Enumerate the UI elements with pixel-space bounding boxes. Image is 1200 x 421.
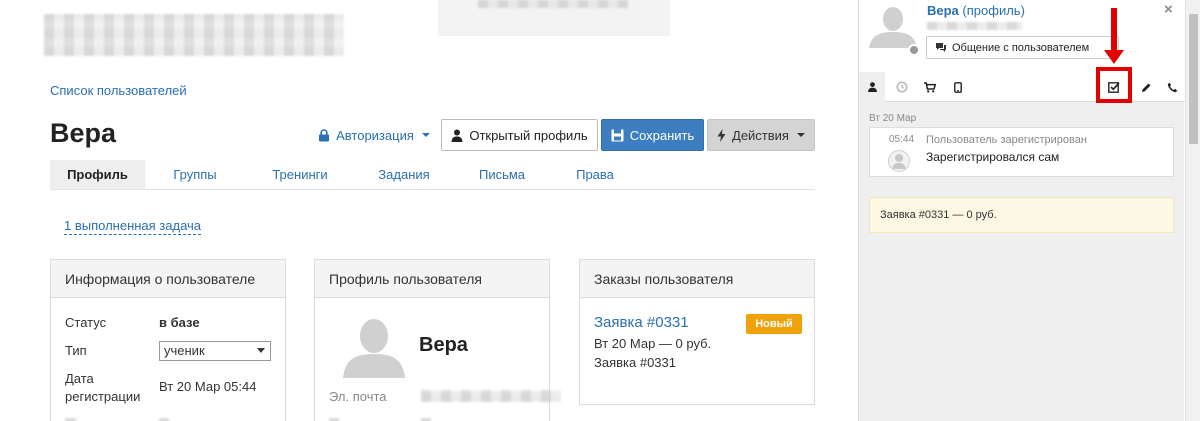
open-profile-label: Открытый профиль	[469, 127, 588, 143]
profile-name: Вера	[419, 334, 468, 356]
tab-letters[interactable]: Письма	[453, 160, 551, 189]
mobile-icon	[954, 81, 962, 93]
tab-trainings[interactable]: Тренинги	[245, 160, 355, 189]
regdate-label-line2: регистрации	[65, 389, 141, 404]
user-profile-panel: Профиль пользователя Вера Эл. почта	[314, 259, 561, 421]
user-info-panel-title: Информация о пользователе	[51, 260, 285, 298]
status-badge-new: Новый	[746, 314, 802, 334]
blurred-email-value	[421, 390, 561, 402]
side-user-name: Вера (профиль)	[927, 3, 1025, 18]
email-label: Эл. почта	[329, 389, 387, 404]
blurred-user-subtitle	[927, 22, 1022, 30]
lock-icon	[319, 128, 330, 141]
order-description: Заявка #0331	[594, 355, 676, 370]
chat-icon	[936, 43, 946, 52]
profile-tabs: Профиль Группы Тренинги Задания Письма П…	[50, 160, 815, 190]
user-type-select[interactable]: ученик	[159, 341, 271, 361]
save-button[interactable]: Сохранить	[601, 119, 704, 151]
order-date-amount: Вт 20 Мар — 0 руб.	[594, 336, 712, 351]
side-user-name-link[interactable]: Вера	[927, 3, 959, 18]
blurred-notice-text	[478, 0, 628, 8]
pencil-icon	[1141, 83, 1150, 92]
blurred-top-notice	[438, 0, 670, 36]
side-panel-header: Вера (профиль) Общение с пользователем ×	[859, 0, 1185, 72]
breadcrumb-user-list[interactable]: Список пользователей	[50, 83, 187, 98]
user-icon	[867, 82, 877, 92]
actions-dropdown[interactable]: Действия	[707, 119, 815, 151]
side-tab-call[interactable]	[1159, 72, 1185, 102]
side-tab-history[interactable]	[889, 72, 915, 102]
arrow-annotation-shaft	[1111, 8, 1117, 52]
type-label: Тип	[65, 343, 87, 358]
event-description: Зарегистрировался сам	[926, 150, 1060, 164]
tab-rights[interactable]: Права	[551, 160, 639, 189]
tab-profile[interactable]: Профиль	[50, 160, 145, 189]
user-info-panel: Информация о пользователе Статус в базе …	[50, 259, 286, 421]
user-side-panel: Вера (профиль) Общение с пользователем ×	[858, 0, 1185, 421]
page-title: Вера	[50, 118, 117, 148]
side-tab-orders[interactable]	[917, 72, 943, 102]
open-profile-button[interactable]: Открытый профиль	[441, 119, 598, 151]
phone-icon	[1167, 82, 1177, 92]
side-tab-edit[interactable]	[1133, 72, 1159, 102]
user-orders-panel: Заказы пользователя Заявка #0331 Новый В…	[579, 259, 815, 405]
feed-date-label: Вт 20 Мар	[869, 113, 917, 124]
regdate-value: Вт 20 Мар 05:44	[159, 379, 257, 394]
event-time: 05:44	[889, 134, 915, 145]
side-tab-device[interactable]	[945, 72, 971, 102]
offline-status-dot	[908, 44, 920, 56]
message-user-label: Общение с пользователем	[952, 41, 1090, 54]
event-title: Пользователь зарегистрирован	[926, 134, 1087, 146]
close-icon[interactable]: ×	[1164, 1, 1173, 18]
cart-icon	[924, 81, 936, 92]
history-icon	[896, 81, 908, 93]
blurred-header-text	[44, 14, 344, 56]
feed-event-card: 05:44 Пользователь зарегистрирован Зарег…	[869, 127, 1174, 177]
status-value: в базе	[159, 315, 200, 330]
highlight-box-annotation	[1096, 67, 1132, 103]
user-avatar-placeholder-icon	[869, 7, 917, 48]
user-orders-panel-title: Заказы пользователя	[580, 260, 814, 298]
tab-tasks[interactable]: Задания	[355, 160, 453, 189]
user-avatar-placeholder-icon	[343, 319, 405, 378]
authorization-dropdown[interactable]: Авторизация	[318, 119, 430, 151]
user-icon	[451, 129, 463, 142]
side-profile-link[interactable]: (профиль)	[962, 3, 1024, 18]
side-tab-user[interactable]	[859, 72, 885, 102]
chevron-down-icon	[796, 133, 805, 137]
scrollbar-thumb[interactable]	[1189, 14, 1198, 144]
chevron-down-icon	[421, 133, 430, 137]
save-label: Сохранить	[629, 127, 695, 143]
page: Список пользователей Вера Авторизация От…	[0, 0, 1200, 421]
lightning-icon	[717, 128, 726, 142]
user-profile-panel-title: Профиль пользователя	[315, 260, 549, 298]
user-type-value: ученик	[164, 343, 205, 358]
feed-order-card[interactable]: Заявка #0331 — 0 руб.	[869, 197, 1174, 233]
scrollbar[interactable]	[1185, 0, 1200, 421]
arrow-down-icon	[1104, 50, 1124, 64]
actions-label: Действия	[732, 127, 789, 143]
completed-tasks-link[interactable]: 1 выполненная задача	[64, 218, 202, 235]
side-panel-tabs	[859, 72, 1185, 102]
floppy-disk-icon	[611, 129, 624, 141]
message-user-button[interactable]: Общение с пользователем	[926, 36, 1119, 59]
status-label: Статус	[65, 315, 107, 330]
user-avatar-placeholder-icon	[888, 150, 910, 172]
tab-groups[interactable]: Группы	[145, 160, 245, 189]
regdate-label-line1: Дата	[65, 371, 94, 386]
chevron-down-icon	[257, 348, 265, 353]
authorization-label: Авторизация	[336, 127, 414, 143]
order-link[interactable]: Заявка #0331	[594, 314, 689, 331]
